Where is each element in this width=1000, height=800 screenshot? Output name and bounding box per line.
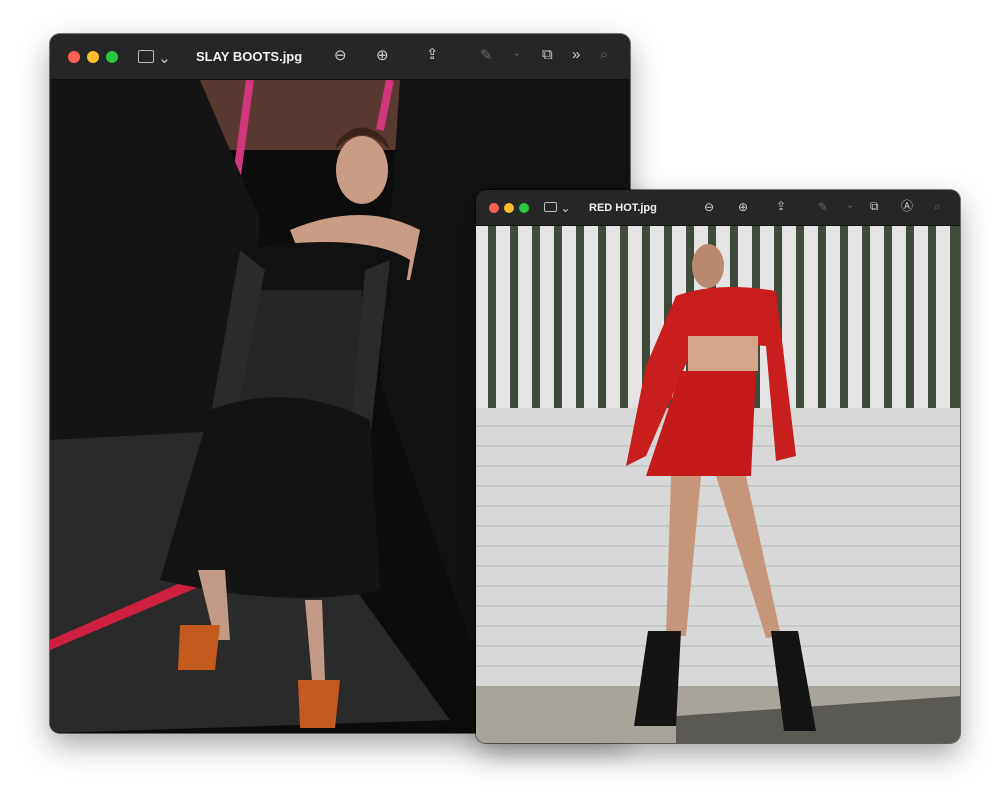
share-icon[interactable]: ⇪ xyxy=(426,47,439,62)
search-icon[interactable]: ⌕ xyxy=(600,47,608,62)
chevron-down-icon[interactable]: ⌄ xyxy=(512,48,521,59)
rotate-icon[interactable]: ⧉ xyxy=(542,47,553,62)
close-button[interactable] xyxy=(489,202,499,213)
markup-pen-icon[interactable]: ✎ xyxy=(480,48,493,63)
zoom-out-icon[interactable]: ⊖ xyxy=(704,201,714,213)
rotate-icon[interactable]: ⧉ xyxy=(870,200,879,212)
window-title: SLAY BOOTS.jpg xyxy=(196,49,303,64)
window-title: RED HOT.jpg xyxy=(589,201,657,214)
markup-pen-icon[interactable]: ✎ xyxy=(818,201,828,213)
minimize-button[interactable] xyxy=(87,50,99,63)
markup-icon[interactable]: Ⓐ xyxy=(901,200,913,212)
sidebar-toggle-icon[interactable]: ⌄ xyxy=(544,202,570,214)
close-button[interactable] xyxy=(68,50,80,63)
minimize-button[interactable] xyxy=(504,202,514,213)
preview-window-red-hot: ⌄ RED HOT.jpg ⊖ ⊕ ⇪ ✎ ⌄ ⧉ Ⓐ ⌕ xyxy=(476,190,960,743)
zoom-in-icon[interactable]: ⊕ xyxy=(376,48,389,63)
sidebar-toggle-icon[interactable]: ⌄ xyxy=(138,50,171,66)
search-icon[interactable]: ⌕ xyxy=(934,200,941,212)
window-toolbar: ⌄ RED HOT.jpg ⊖ ⊕ ⇪ ✎ ⌄ ⧉ Ⓐ ⌕ xyxy=(476,190,960,226)
window-toolbar: ⌄ SLAY BOOTS.jpg ⊖ ⊕ ⇪ ✎ ⌄ ⧉ » ⌕ xyxy=(50,34,630,80)
zoom-button[interactable] xyxy=(106,50,118,63)
share-icon[interactable]: ⇪ xyxy=(776,200,786,212)
more-icon[interactable]: » xyxy=(572,47,580,62)
zoom-button[interactable] xyxy=(519,202,529,213)
zoom-in-icon[interactable]: ⊕ xyxy=(738,201,748,213)
zoom-out-icon[interactable]: ⊖ xyxy=(334,48,347,63)
photo-red-hot xyxy=(476,226,960,743)
chevron-down-icon[interactable]: ⌄ xyxy=(846,201,854,211)
